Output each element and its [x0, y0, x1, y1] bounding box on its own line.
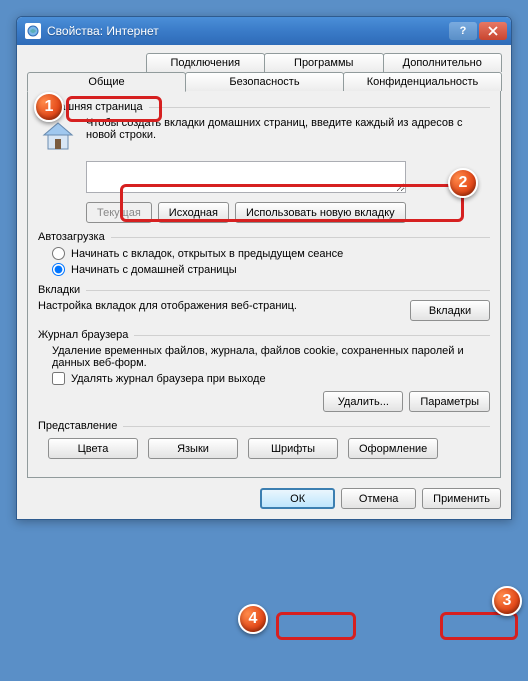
callout-2: 2	[448, 168, 478, 198]
ok-button[interactable]: ОК	[260, 488, 335, 509]
history-label: Журнал браузера	[38, 329, 134, 341]
general-panel: Домашняя страница Чтобы создать вкладки …	[27, 90, 501, 478]
startup-label: Автозагрузка	[38, 231, 111, 243]
delete-on-exit-option[interactable]: Удалять журнал браузера при выходе	[52, 372, 490, 385]
tab-connections[interactable]: Подключения	[146, 53, 266, 72]
startup-home-option[interactable]: Начинать с домашней страницы	[52, 263, 490, 276]
tabs-settings-button[interactable]: Вкладки	[410, 300, 490, 321]
homepage-text: Чтобы создать вкладки домашних страниц, …	[86, 117, 490, 157]
startup-tabs-label: Начинать с вкладок, открытых в предыдуще…	[71, 248, 343, 260]
use-default-button[interactable]: Исходная	[158, 202, 229, 223]
startup-group: Автозагрузка Начинать с вкладок, открыты…	[38, 231, 490, 276]
fonts-button[interactable]: Шрифты	[248, 438, 338, 459]
callout-4: 4	[238, 604, 268, 634]
homepage-group: Домашняя страница Чтобы создать вкладки …	[38, 101, 490, 223]
callout-3: 3	[492, 586, 522, 616]
highlight-box-4	[276, 612, 356, 640]
cancel-button[interactable]: Отмена	[341, 488, 416, 509]
dialog-footer: ОК Отмена Применить	[27, 488, 501, 509]
tab-general[interactable]: Общие	[27, 72, 186, 92]
startup-home-label: Начинать с домашней страницы	[71, 264, 237, 276]
use-current-button: Текущая	[86, 202, 152, 223]
delete-on-exit-checkbox[interactable]	[52, 372, 65, 385]
use-newtab-button[interactable]: Использовать новую вкладку	[235, 202, 406, 223]
tab-programs[interactable]: Программы	[264, 53, 384, 72]
history-settings-button[interactable]: Параметры	[409, 391, 490, 412]
presentation-label: Представление	[38, 420, 123, 432]
startup-tabs-option[interactable]: Начинать с вкладок, открытых в предыдуще…	[52, 247, 490, 260]
tabs-text: Настройка вкладок для отображения веб-ст…	[38, 300, 410, 312]
tab-strip: — Подключения Программы Дополнительно Об…	[27, 53, 501, 478]
history-text: Удаление временных файлов, журнала, файл…	[52, 345, 490, 369]
colors-button[interactable]: Цвета	[48, 438, 138, 459]
startup-tabs-radio[interactable]	[52, 247, 65, 260]
delete-history-button[interactable]: Удалить...	[323, 391, 403, 412]
titlebar[interactable]: Свойства: Интернет ?	[17, 17, 511, 45]
startup-home-radio[interactable]	[52, 263, 65, 276]
homepage-url-input[interactable]	[86, 161, 406, 193]
callout-1: 1	[34, 92, 64, 122]
accessibility-button[interactable]: Оформление	[348, 438, 438, 459]
tab-security[interactable]: Безопасность	[185, 72, 344, 91]
house-icon	[38, 117, 78, 157]
window-title: Свойства: Интернет	[47, 24, 449, 38]
tabs-group-label: Вкладки	[38, 284, 86, 296]
tabs-group: Вкладки Настройка вкладок для отображени…	[38, 284, 490, 321]
delete-on-exit-label: Удалять журнал браузера при выходе	[71, 373, 266, 385]
apply-button[interactable]: Применить	[422, 488, 501, 509]
tab-privacy[interactable]: Конфиденциальность	[343, 72, 502, 91]
help-button[interactable]: ?	[449, 22, 477, 40]
languages-button[interactable]: Языки	[148, 438, 238, 459]
dialog-window: Свойства: Интернет ? — Подключения Прогр…	[16, 16, 512, 520]
presentation-group: Представление Цвета Языки Шрифты Оформле…	[38, 420, 490, 459]
highlight-box-3	[440, 612, 518, 640]
internet-options-icon	[25, 23, 41, 39]
history-group: Журнал браузера Удаление временных файло…	[38, 329, 490, 412]
close-button[interactable]	[479, 22, 507, 40]
tab-advanced[interactable]: Дополнительно	[383, 53, 503, 72]
